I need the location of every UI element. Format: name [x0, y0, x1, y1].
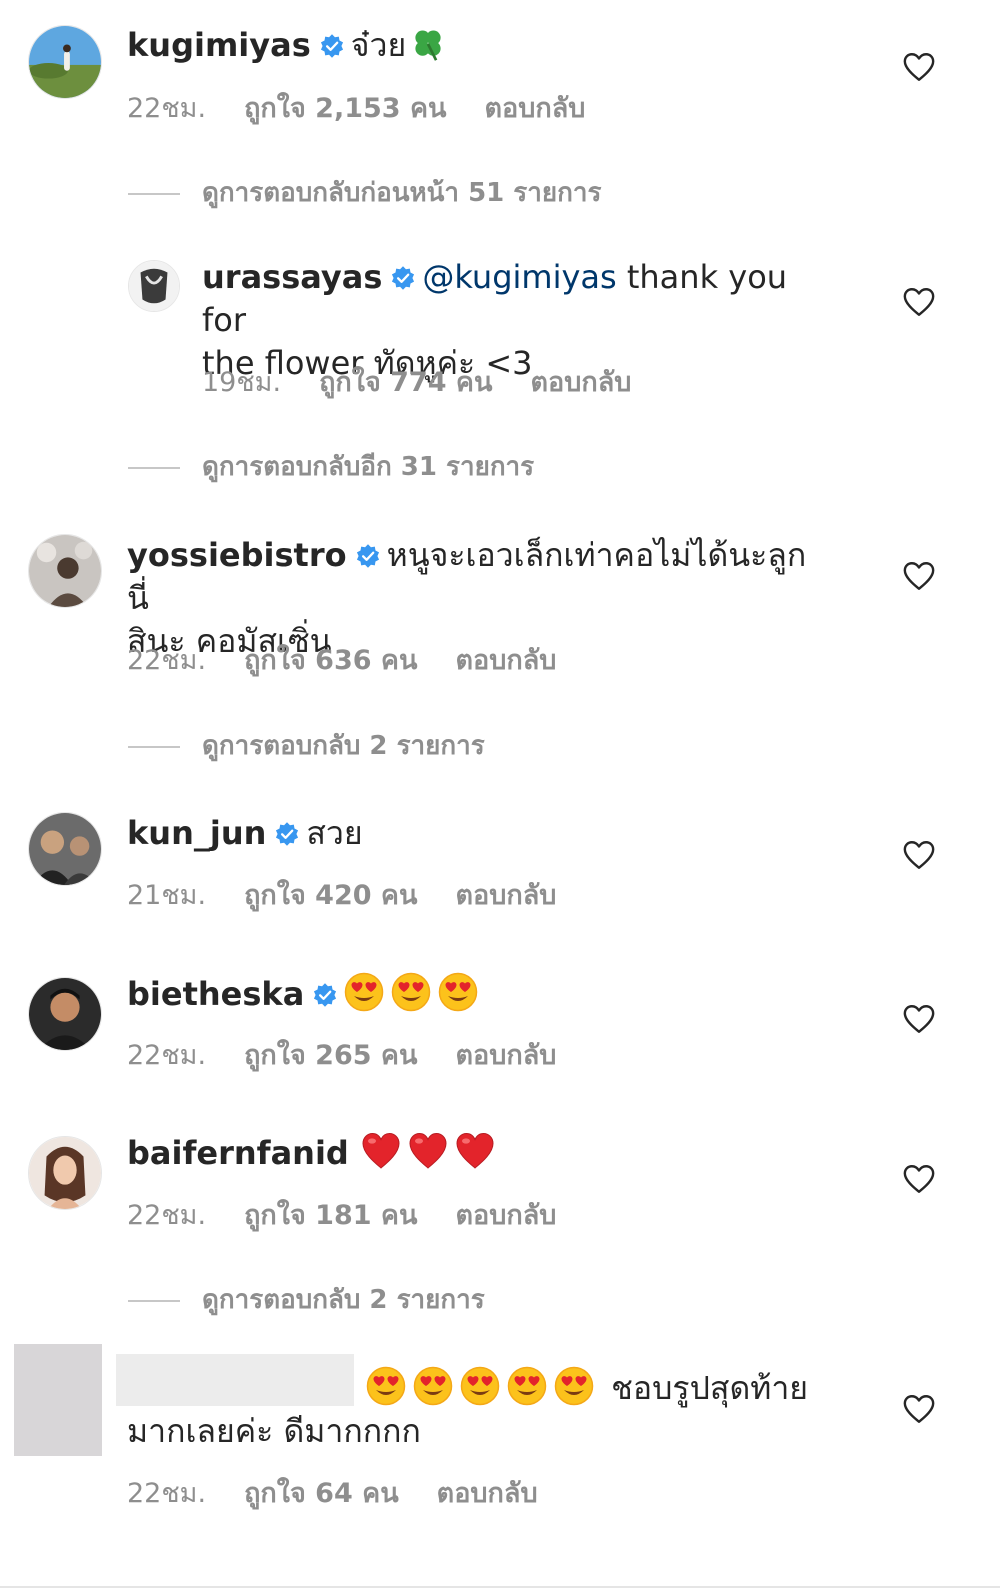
verified-badge-icon — [319, 33, 345, 59]
likes-count[interactable]: ถูกใจ 2,153 คน — [244, 93, 446, 124]
avatar[interactable] — [128, 260, 180, 312]
comment-text-line-2: มากเลยค่ะ ดีมากกกก — [127, 1412, 421, 1450]
avatar[interactable] — [28, 534, 102, 608]
mention-link[interactable]: @kugimiyas — [422, 258, 616, 296]
likes-count[interactable]: ถูกใจ 181 คน — [244, 1200, 417, 1231]
likes-count[interactable]: ถูกใจ 420 คน — [244, 880, 417, 911]
divider-line — [128, 1299, 180, 1302]
heart-eyes-emoji-icon — [366, 1366, 406, 1406]
comment-time: 22ชม. — [127, 1478, 207, 1509]
comment-time: 22ชม. — [127, 1040, 207, 1071]
redacted-username[interactable] — [116, 1354, 354, 1406]
heart-eyes-emoji-icon — [554, 1366, 594, 1406]
heart-eyes-emoji-icon — [413, 1366, 453, 1406]
comment-time: 22ชม. — [127, 93, 207, 124]
divider-line — [128, 466, 180, 469]
reply-button[interactable]: ตอบกลับ — [530, 367, 631, 398]
reply-button[interactable]: ตอบกลับ — [455, 1040, 556, 1071]
view-replies-label: ดูการตอบกลับ 2 รายการ — [202, 731, 485, 761]
verified-badge-icon — [355, 543, 381, 569]
like-heart-icon[interactable] — [902, 1163, 936, 1195]
username[interactable]: kun_jun — [127, 814, 266, 852]
avatar[interactable] — [28, 25, 102, 99]
heart-eyes-emoji-icon — [460, 1366, 500, 1406]
verified-badge-icon — [390, 265, 416, 291]
comment-time: 21ชม. — [127, 880, 207, 911]
username[interactable]: urassayas — [202, 258, 382, 296]
reply-button[interactable]: ตอบกลับ — [437, 1478, 538, 1509]
verified-badge-icon — [274, 821, 300, 847]
red-heart-emoji-icon — [361, 1131, 401, 1171]
username[interactable]: bietheska — [127, 975, 304, 1013]
comment-time: 22ชม. — [127, 1200, 207, 1231]
red-heart-emoji-icon — [455, 1131, 495, 1171]
avatar[interactable] — [28, 812, 102, 886]
like-heart-icon[interactable] — [902, 1393, 936, 1425]
bottom-divider — [0, 1586, 1000, 1588]
reply-button[interactable]: ตอบกลับ — [484, 93, 585, 124]
avatar[interactable] — [28, 1136, 102, 1210]
heart-eyes-emoji-icon — [507, 1366, 547, 1406]
comment-time: 19ชม. — [202, 367, 282, 398]
like-heart-icon[interactable] — [902, 286, 936, 318]
likes-count[interactable]: ถูกใจ 636 คน — [244, 645, 417, 676]
username[interactable]: baifernfanid — [127, 1134, 349, 1172]
heart-eyes-emoji-icon — [344, 972, 384, 1012]
view-replies-link[interactable]: ดูการตอบกลับก่อนหน้า 51 รายการ — [128, 172, 601, 213]
like-heart-icon[interactable] — [902, 51, 936, 83]
comment-text-line-1: ชอบรูปสุดท้าย — [611, 1369, 809, 1407]
view-replies-link[interactable]: ดูการตอบกลับ 2 รายการ — [128, 1279, 485, 1320]
comment-text: สวย — [306, 814, 363, 852]
likes-count[interactable]: ถูกใจ 64 คน — [244, 1478, 399, 1509]
heart-eyes-emoji-icon — [391, 972, 431, 1012]
likes-count[interactable]: ถูกใจ 265 คน — [244, 1040, 417, 1071]
verified-badge-icon — [312, 982, 338, 1008]
view-replies-link[interactable]: ดูการตอบกลับ 2 รายการ — [128, 725, 485, 766]
divider-line — [128, 745, 180, 748]
red-heart-emoji-icon — [408, 1131, 448, 1171]
avatar[interactable] — [28, 977, 102, 1051]
username[interactable]: yossiebistro — [127, 536, 347, 574]
reply-button[interactable]: ตอบกลับ — [455, 645, 556, 676]
likes-count[interactable]: ถูกใจ 774 คน — [319, 367, 492, 398]
like-heart-icon[interactable] — [902, 839, 936, 871]
four-leaf-clover-icon — [410, 26, 446, 62]
view-replies-link[interactable]: ดูการตอบกลับอีก 31 รายการ — [128, 446, 534, 487]
heart-eyes-emoji-icon — [438, 972, 478, 1012]
divider-line — [128, 192, 180, 195]
username[interactable]: kugimiyas — [127, 26, 311, 64]
redacted-avatar[interactable] — [14, 1344, 102, 1456]
comment-text: จ๋วย — [350, 26, 407, 64]
view-replies-label: ดูการตอบกลับ 2 รายการ — [202, 1285, 485, 1315]
reply-button[interactable]: ตอบกลับ — [455, 880, 556, 911]
view-replies-label: ดูการตอบกลับอีก 31 รายการ — [202, 452, 535, 482]
like-heart-icon[interactable] — [902, 1003, 936, 1035]
comment-time: 22ชม. — [127, 645, 207, 676]
view-replies-label: ดูการตอบกลับก่อนหน้า 51 รายการ — [202, 178, 602, 208]
like-heart-icon[interactable] — [902, 560, 936, 592]
reply-button[interactable]: ตอบกลับ — [455, 1200, 556, 1231]
